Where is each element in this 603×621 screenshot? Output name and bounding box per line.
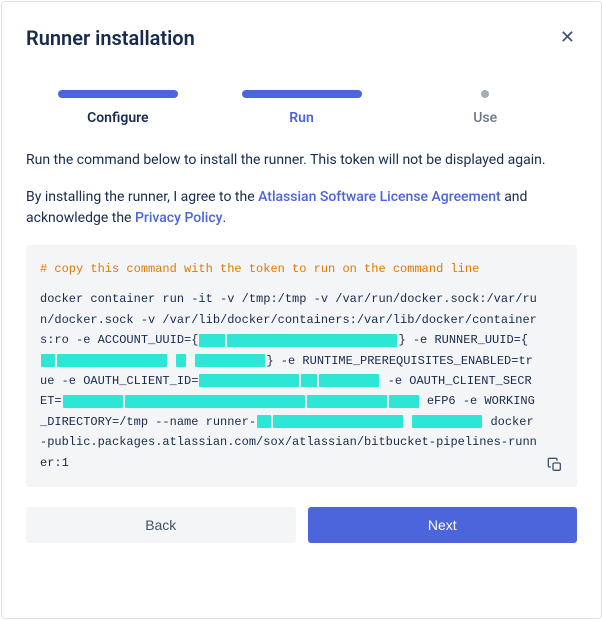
agree-prefix: By installing the runner, I agree to the: [26, 189, 258, 205]
code-comment: # copy this command with the token to ru…: [40, 259, 537, 279]
copy-icon: [547, 457, 563, 473]
step-label: Run: [289, 110, 314, 126]
code-redacted-line: [256, 415, 483, 429]
close-button[interactable]: ✕: [558, 26, 577, 48]
modal-footer: Back Next: [26, 507, 577, 543]
redacted-segment: [41, 354, 55, 367]
redacted-segment: [307, 395, 387, 408]
redacted-segment: [176, 354, 186, 367]
code-segment: } -e RUNNER_UUID={: [398, 333, 528, 347]
step-configure: Configure: [26, 90, 210, 126]
code-body: docker container run -it -v /tmp:/tmp -v…: [40, 289, 537, 473]
instruction-text: Run the command below to install the run…: [26, 150, 577, 171]
redacted-segment: [57, 354, 167, 367]
redacted-segment: [301, 374, 317, 387]
redacted-segment: [389, 395, 419, 408]
agree-suffix: .: [223, 210, 227, 226]
close-icon: ✕: [560, 27, 575, 47]
back-button[interactable]: Back: [26, 507, 296, 543]
step-dot-icon: [481, 90, 489, 98]
modal-header: Runner installation ✕: [26, 26, 577, 50]
redacted-segment: [195, 354, 265, 367]
runner-installation-modal: Runner installation ✕ Configure Run Use …: [1, 1, 602, 619]
redacted-segment: [199, 334, 225, 347]
redacted-segment: [63, 395, 123, 408]
privacy-policy-link[interactable]: Privacy Policy: [135, 210, 223, 226]
command-code-block: # copy this command with the token to ru…: [26, 245, 577, 487]
code-redacted-line: [62, 394, 420, 408]
copy-button[interactable]: [543, 453, 567, 477]
redacted-segment: [125, 395, 305, 408]
step-bar-icon: [58, 90, 178, 98]
step-label: Use: [473, 110, 497, 126]
redacted-segment: [412, 415, 482, 428]
code-redacted-line: [198, 374, 380, 388]
step-use: Use: [393, 90, 577, 126]
code-redacted-line: [40, 354, 266, 368]
next-button[interactable]: Next: [308, 507, 578, 543]
code-redacted-line: [198, 333, 398, 347]
license-agreement-link[interactable]: Atlassian Software License Agreement: [258, 189, 501, 205]
redacted-segment: [257, 415, 271, 428]
redacted-segment: [319, 374, 379, 387]
redacted-segment: [199, 374, 299, 387]
modal-title: Runner installation: [26, 26, 195, 50]
step-bar-icon: [242, 90, 362, 98]
redacted-segment: [273, 415, 403, 428]
redacted-segment: [227, 334, 397, 347]
stepper: Configure Run Use: [26, 90, 577, 126]
step-label: Configure: [87, 110, 148, 126]
step-run: Run: [210, 90, 394, 126]
agreement-text: By installing the runner, I agree to the…: [26, 187, 577, 229]
